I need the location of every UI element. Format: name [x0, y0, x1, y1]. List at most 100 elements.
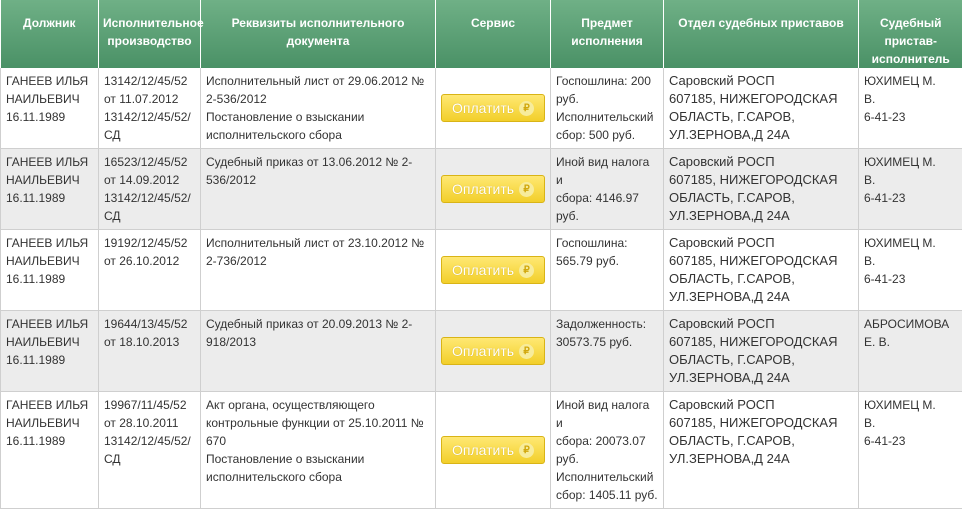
service-cell: Оплатить ₽: [436, 392, 551, 509]
proceeding-line: СД: [104, 450, 195, 468]
office-line: УЛ.ЗЕРНОВА,Д 24А: [669, 369, 853, 387]
table-row: ГАНЕЕВ ИЛЬЯНАИЛЬЕВИЧ16.11.198913142/12/4…: [1, 68, 962, 149]
bailiff-line: В.: [864, 90, 957, 108]
office-line: УЛ.ЗЕРНОВА,Д 24А: [669, 288, 853, 306]
pay-button-label: Оплатить: [452, 262, 514, 278]
office-cell: Саровский РОСП607185, НИЖЕГОРОДСКАЯОБЛАС…: [664, 230, 859, 311]
office-line: ОБЛАСТЬ, Г.САРОВ,: [669, 270, 853, 288]
header-subject: Предмет исполнения: [551, 0, 664, 68]
table-row: ГАНЕЕВ ИЛЬЯНАИЛЬЕВИЧ16.11.198919644/13/4…: [1, 311, 962, 392]
debtor-cell: ГАНЕЕВ ИЛЬЯНАИЛЬЕВИЧ16.11.1989: [1, 230, 99, 311]
proceeding-line: 13142/12/45/52/: [104, 189, 195, 207]
document-line: исполнительского сбора: [206, 468, 430, 486]
bailiff-line: 6-41-23: [864, 270, 957, 288]
proceeding-line: СД: [104, 207, 195, 225]
pay-button-label: Оплатить: [452, 343, 514, 359]
proceeding-line: 13142/12/45/52: [104, 72, 195, 90]
pay-button[interactable]: Оплатить ₽: [441, 256, 545, 284]
pay-button[interactable]: Оплатить ₽: [441, 436, 545, 464]
office-line: 607185, НИЖЕГОРОДСКАЯ: [669, 90, 853, 108]
proceeding-line: 16523/12/45/52: [104, 153, 195, 171]
debtor-line: НАИЛЬЕВИЧ: [6, 90, 93, 108]
bailiff-cell: ЮХИМЕЦ М.В.6-41-23: [859, 230, 962, 311]
office-line: ОБЛАСТЬ, Г.САРОВ,: [669, 189, 853, 207]
office-line: Саровский РОСП: [669, 396, 853, 414]
subject-line: сбор: 1405.11 руб.: [556, 486, 658, 504]
bailiff-cell: ЮХИМЕЦ М.В.6-41-23: [859, 149, 962, 230]
subject-cell: Госпошлина: 200руб.Исполнительскийсбор: …: [551, 68, 664, 149]
header-debtor: Должник: [1, 0, 99, 68]
subject-line: сбора: 4146.97: [556, 189, 658, 207]
bailiff-line: 6-41-23: [864, 432, 957, 450]
proceeding-cell: 13142/12/45/52от 11.07.201213142/12/45/5…: [99, 68, 201, 149]
subject-cell: Иной вид налога исбора: 4146.97руб.: [551, 149, 664, 230]
pay-button-label: Оплатить: [452, 442, 514, 458]
header-service: Сервис: [436, 0, 551, 68]
office-cell: Саровский РОСП607185, НИЖЕГОРОДСКАЯОБЛАС…: [664, 311, 859, 392]
office-line: Саровский РОСП: [669, 153, 853, 171]
ruble-icon: ₽: [519, 443, 534, 458]
document-line: Исполнительный лист от 23.10.2012 №: [206, 234, 430, 252]
document-line: 536/2012: [206, 171, 430, 189]
proceeding-cell: 16523/12/45/52от 14.09.201213142/12/45/5…: [99, 149, 201, 230]
debtor-line: НАИЛЬЕВИЧ: [6, 171, 93, 189]
pay-button[interactable]: Оплатить₽: [441, 337, 545, 365]
subject-line: Задолженность:: [556, 315, 658, 333]
bailiff-line: ЮХИМЕЦ М.: [864, 72, 957, 90]
pay-button[interactable]: Оплатить ₽: [441, 175, 545, 203]
office-line: Саровский РОСП: [669, 315, 853, 333]
service-cell: Оплатить₽: [436, 311, 551, 392]
proceeding-line: 19192/12/45/52: [104, 234, 195, 252]
subject-cell: Иной вид налога исбора: 20073.07руб.Испо…: [551, 392, 664, 509]
debtor-line: НАИЛЬЕВИЧ: [6, 414, 93, 432]
table-row: ГАНЕЕВ ИЛЬЯНАИЛЬЕВИЧ16.11.198919192/12/4…: [1, 230, 962, 311]
subject-line: руб.: [556, 450, 658, 468]
bailiff-line: 6-41-23: [864, 189, 957, 207]
proceeding-cell: 19192/12/45/52от 26.10.2012: [99, 230, 201, 311]
ruble-icon: ₽: [519, 182, 534, 197]
header-document: Реквизиты исполнительного документа: [201, 0, 436, 68]
document-line: 2-536/2012: [206, 90, 430, 108]
office-line: Саровский РОСП: [669, 234, 853, 252]
debtor-cell: ГАНЕЕВ ИЛЬЯНАИЛЬЕВИЧ16.11.1989: [1, 392, 99, 509]
bailiff-cell: ЮХИМЕЦ М.В.6-41-23: [859, 392, 962, 509]
office-line: ОБЛАСТЬ, Г.САРОВ,: [669, 108, 853, 126]
office-line: 607185, НИЖЕГОРОДСКАЯ: [669, 333, 853, 351]
office-line: УЛ.ЗЕРНОВА,Д 24А: [669, 126, 853, 144]
debtor-line: 16.11.1989: [6, 270, 93, 288]
subject-line: сбора: 20073.07: [556, 432, 658, 450]
header-bailiff: Судебный пристав-исполнитель: [859, 0, 962, 68]
service-cell: Оплатить ₽: [436, 149, 551, 230]
bailiff-line: В.: [864, 171, 957, 189]
debtor-line: 16.11.1989: [6, 432, 93, 450]
debtor-line: НАИЛЬЕВИЧ: [6, 333, 93, 351]
bailiff-cell: ЮХИМЕЦ М.В.6-41-23: [859, 68, 962, 149]
proceeding-line: 19967/11/45/52: [104, 396, 195, 414]
document-line: Акт органа, осуществляющего: [206, 396, 430, 414]
debtor-line: 16.11.1989: [6, 189, 93, 207]
pay-button[interactable]: Оплатить₽: [441, 94, 545, 122]
subject-line: Иной вид налога и: [556, 396, 658, 432]
table-row: ГАНЕЕВ ИЛЬЯНАИЛЬЕВИЧ16.11.1989 19967/11/4…: [1, 392, 962, 509]
bailiff-line: ЮХИМЕЦ М.: [864, 153, 957, 171]
document-line: 918/2013: [206, 333, 430, 351]
subject-cell: Госпошлина:565.79 руб.: [551, 230, 664, 311]
debtor-line: 16.11.1989: [6, 351, 93, 369]
subject-line: Госпошлина: 200: [556, 72, 658, 90]
office-line: 607185, НИЖЕГОРОДСКАЯ: [669, 171, 853, 189]
document-cell: Акт органа, осуществляющегоконтрольные ф…: [201, 392, 436, 509]
bailiff-line: ЮХИМЕЦ М.: [864, 396, 957, 414]
pay-button-label: Оплатить: [452, 100, 514, 116]
document-line: Судебный приказ от 20.09.2013 № 2-: [206, 315, 430, 333]
proceeding-line: от 14.09.2012: [104, 171, 195, 189]
debtor-line: ГАНЕЕВ ИЛЬЯ: [6, 153, 93, 171]
office-line: Саровский РОСП: [669, 72, 853, 90]
bailiff-line: В.: [864, 252, 957, 270]
office-line: УЛ.ЗЕРНОВА,Д 24А: [669, 450, 853, 468]
proceeding-line: от 18.10.2013: [104, 333, 195, 351]
office-cell: Саровский РОСП607185, НИЖЕГОРОДСКАЯОБЛАС…: [664, 392, 859, 509]
office-cell: Саровский РОСП607185, НИЖЕГОРОДСКАЯОБЛАС…: [664, 149, 859, 230]
proceeding-line: 19644/13/45/52: [104, 315, 195, 333]
ruble-icon: ₽: [519, 263, 534, 278]
pay-button-label: Оплатить: [452, 181, 514, 197]
